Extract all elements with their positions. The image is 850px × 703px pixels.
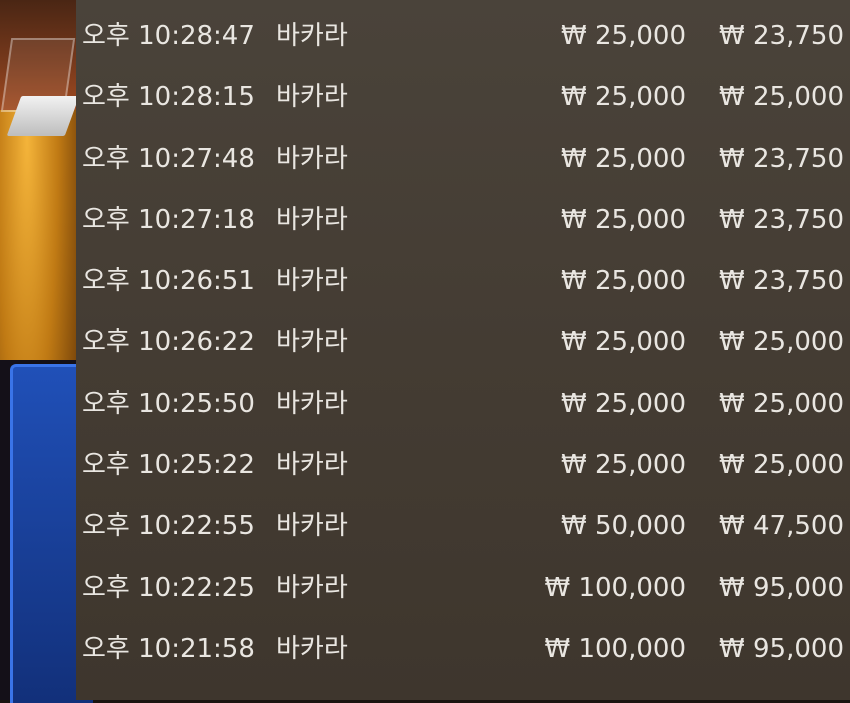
history-row[interactable]: 오후 10:27:18 바카라 ₩ 25,000 ₩ 23,750 [76,190,850,251]
history-row[interactable]: 오후 10:25:22 바카라 ₩ 25,000 ₩ 25,000 [76,435,850,496]
history-time: 오후 10:26:51 [82,266,255,297]
history-time: 오후 10:26:22 [82,327,255,358]
history-bet-amount: ₩ 25,000 [561,143,686,174]
history-payout-amount: ₩ 23,750 [719,266,844,297]
history-time: 오후 10:22:25 [82,572,255,603]
history-time: 오후 10:28:47 [82,21,255,51]
history-time: 오후 10:25:50 [82,388,255,419]
history-payout-amount: ₩ 23,750 [719,21,844,51]
history-payout-amount: ₩ 25,000 [719,82,844,113]
history-game-name: 바카라 [276,633,348,664]
history-bet-amount: ₩ 25,000 [561,82,686,113]
history-payout-amount: ₩ 95,000 [719,572,844,603]
history-bet-amount: ₩ 50,000 [561,511,686,542]
history-row[interactable]: 오후 10:26:22 바카라 ₩ 25,000 ₩ 25,000 [76,312,850,373]
history-payout-amount: ₩ 25,000 [719,388,844,419]
history-bet-amount: ₩ 25,000 [561,327,686,358]
history-payout-amount: ₩ 95,000 [719,633,844,664]
history-bet-amount: ₩ 100,000 [544,572,687,603]
history-game-name: 바카라 [276,143,348,174]
history-time: 오후 10:25:22 [82,450,255,481]
history-row[interactable]: 오후 10:28:15 바카라 ₩ 25,000 ₩ 25,000 [76,67,850,128]
history-game-name: 바카라 [276,266,348,297]
history-game-name: 바카라 [276,450,348,481]
history-row[interactable]: 오후 10:22:55 바카라 ₩ 50,000 ₩ 47,500 [76,496,850,557]
history-row[interactable]: 오후 10:22:25 바카라 ₩ 100,000 ₩ 95,000 [76,558,850,619]
history-row[interactable]: 오후 10:26:51 바카라 ₩ 25,000 ₩ 23,750 [76,251,850,312]
bet-history-list: 오후 10:28:47 바카라 ₩ 25,000 ₩ 23,750 오후 10:28:1… [76,6,850,680]
history-time: 오후 10:27:18 [82,204,255,235]
history-time: 오후 10:22:55 [82,511,255,542]
bet-history-panel: 오후 10:28:47 바카라 ₩ 25,000 ₩ 23,750 오후 10:28:1… [76,0,850,700]
history-game-name: 바카라 [276,388,348,419]
history-game-name: 바카라 [276,204,348,235]
history-game-name: 바카라 [276,21,348,51]
history-game-name: 바카라 [276,511,348,542]
history-time: 오후 10:21:58 [82,633,255,664]
history-payout-amount: ₩ 25,000 [719,450,844,481]
history-time: 오후 10:27:48 [82,143,255,174]
history-bet-amount: ₩ 25,000 [561,21,686,51]
history-payout-amount: ₩ 47,500 [719,511,844,542]
history-row[interactable]: 오후 10:25:50 바카라 ₩ 25,000 ₩ 25,000 [76,374,850,435]
history-row[interactable]: 오후 10:21:58 바카라 ₩ 100,000 ₩ 95,000 [76,619,850,680]
history-row[interactable]: 오후 10:28:47 바카라 ₩ 25,000 ₩ 23,750 [76,6,850,67]
history-bet-amount: ₩ 25,000 [561,450,686,481]
history-bet-amount: ₩ 25,000 [561,204,686,235]
history-payout-amount: ₩ 23,750 [719,204,844,235]
history-game-name: 바카라 [276,327,348,358]
history-time: 오후 10:28:15 [82,82,255,113]
history-bet-amount: ₩ 100,000 [544,633,687,664]
history-game-name: 바카라 [276,572,348,603]
history-payout-amount: ₩ 23,750 [719,143,844,174]
history-bet-amount: ₩ 25,000 [561,266,686,297]
history-game-name: 바카라 [276,82,348,113]
history-payout-amount: ₩ 25,000 [719,327,844,358]
history-row[interactable]: 오후 10:27:48 바카라 ₩ 25,000 ₩ 23,750 [76,129,850,190]
history-bet-amount: ₩ 25,000 [561,388,686,419]
